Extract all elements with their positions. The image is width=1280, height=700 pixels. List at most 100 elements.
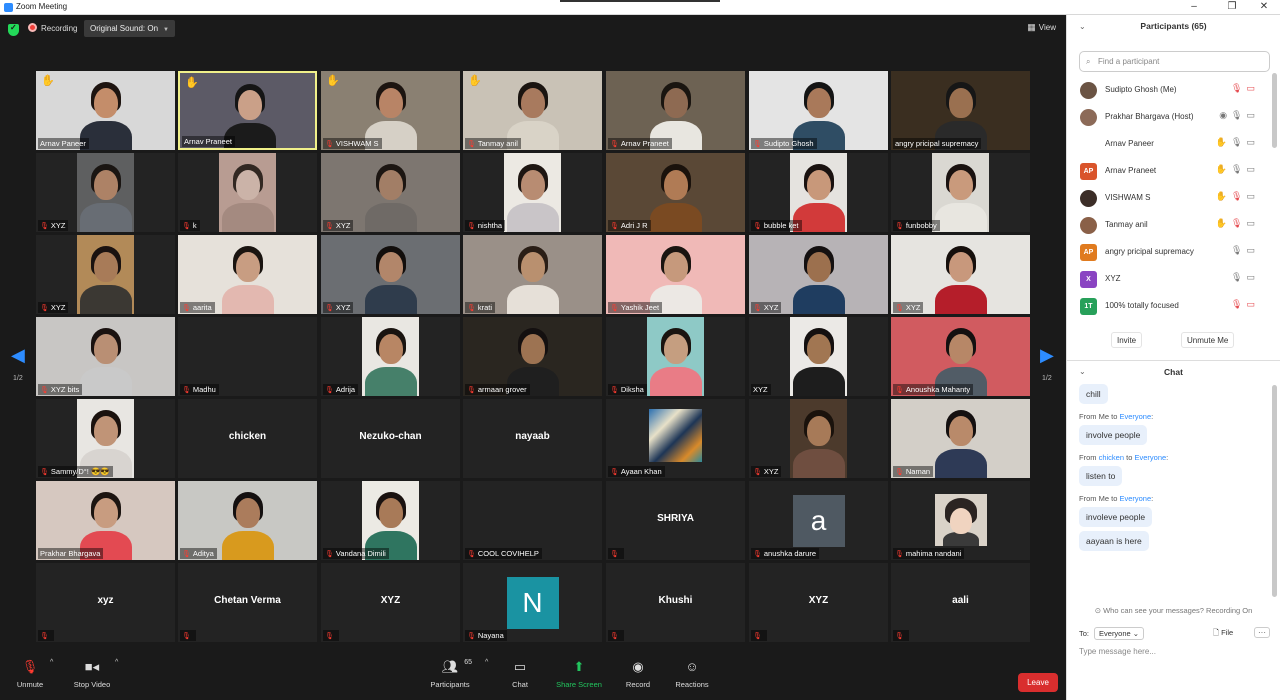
video-icon[interactable]: ▭ <box>1246 245 1259 255</box>
participant-row[interactable]: VISHWAM S ✋🎙︎▭ <box>1067 185 1280 212</box>
muted-mic-icon[interactable]: 🎙︎ <box>1231 218 1246 228</box>
participant-row[interactable]: Tanmay anil ✋🎙︎▭ <box>1067 212 1280 239</box>
participant-tile[interactable]: chicken <box>178 399 317 478</box>
stop-video-button[interactable]: ■◂ Stop Video <box>62 657 122 689</box>
participant-tile[interactable]: a 🎙︎ anushka darure <box>749 481 888 560</box>
participant-tile[interactable]: XYZ 🎙︎ <box>749 563 888 642</box>
muted-mic-icon[interactable]: 🎙︎ <box>1231 83 1246 93</box>
more-options-button[interactable]: ··· <box>1254 627 1270 638</box>
participant-tile[interactable]: ✋ Arnav Praneet <box>178 71 317 150</box>
participant-tile[interactable]: 🎙︎ XYZ <box>321 235 460 314</box>
participant-tile[interactable]: aali 🎙︎ <box>891 563 1030 642</box>
unmute-me-button[interactable]: Unmute Me <box>1181 332 1235 348</box>
participant-tile[interactable]: 🎙︎ mahima nandani <box>891 481 1030 560</box>
audio-options-caret-icon[interactable]: ^ <box>50 659 53 666</box>
participant-tile[interactable]: 🎙︎ XYZ <box>749 235 888 314</box>
participant-tile[interactable]: 🎙︎ XYZ <box>891 235 1030 314</box>
chat-collapse-chevron-icon[interactable]: ⌄ <box>1079 367 1086 376</box>
video-options-caret-icon[interactable]: ^ <box>115 659 118 666</box>
participants-scrollbar[interactable] <box>1272 73 1277 148</box>
record-button[interactable]: ◉ Record <box>608 657 668 689</box>
participant-tile[interactable]: 🎙︎ k <box>178 153 317 232</box>
participant-tile[interactable]: 🎙︎ XYZ <box>36 153 175 232</box>
original-sound-button[interactable]: Original Sound: On ▼ <box>84 20 175 37</box>
participant-tile[interactable]: 🎙︎ XYZ <box>36 235 175 314</box>
muted-mic-icon[interactable]: 🎙︎ <box>1231 299 1246 309</box>
participant-tile[interactable]: Prakhar Bhargava <box>36 481 175 560</box>
participant-tile[interactable]: 🎙︎ Arnav Praneet <box>606 71 745 150</box>
restore-icon[interactable]: ❐ <box>1218 1 1246 13</box>
leave-button[interactable]: Leave <box>1018 673 1058 692</box>
participant-tile[interactable]: 🎙︎ COOL COVIHELP <box>463 481 602 560</box>
chat-message-input[interactable]: Type message here... <box>1079 647 1156 656</box>
view-button[interactable]: ▦ View <box>1027 22 1056 33</box>
participant-tile[interactable]: 🎙︎ Diksha <box>606 317 745 396</box>
participant-tile[interactable]: 🎙︎ XYZ bits <box>36 317 175 396</box>
mic-icon[interactable]: 🎙︎ <box>1231 137 1246 147</box>
recipient-select[interactable]: Everyone ⌄ <box>1094 627 1145 640</box>
participant-tile[interactable]: nayaab <box>463 399 602 478</box>
participant-tile[interactable]: 🎙︎ Sammy/D°! 😎😎 <box>36 399 175 478</box>
video-icon[interactable]: ▭ <box>1246 272 1259 282</box>
participant-tile[interactable]: 🎙︎ aarita <box>178 235 317 314</box>
participant-tile[interactable]: 🎙︎ Anoushka Mahanty <box>891 317 1030 396</box>
video-icon[interactable]: ▭ <box>1246 164 1259 174</box>
participant-row[interactable]: X XYZ 🎙︎▭ <box>1067 266 1280 293</box>
video-icon[interactable]: ▭ <box>1246 137 1259 147</box>
share-screen-button[interactable]: ⬆ Share Screen <box>549 657 609 689</box>
participant-row[interactable]: 1T 100% totally focused 🎙︎▭ <box>1067 293 1280 320</box>
recording-icon[interactable]: ◉ <box>1219 110 1231 120</box>
prev-page-arrow-icon[interactable]: ◀ <box>11 345 25 366</box>
raised-hand-icon[interactable]: ✋ <box>1216 191 1231 201</box>
next-page-arrow-icon[interactable]: ▶ <box>1040 345 1054 366</box>
mic-icon[interactable]: 🎙︎ <box>1231 272 1246 282</box>
participant-tile[interactable]: 🎙︎ Vandana Dimili <box>321 481 460 560</box>
participant-tile[interactable]: 🎙︎ Adrija <box>321 317 460 396</box>
participant-tile[interactable]: Nezuko-chan <box>321 399 460 478</box>
participants-options-caret-icon[interactable]: ^ <box>485 659 488 666</box>
participant-row[interactable]: AP angry pricipal supremacy 🎙︎▭ <box>1067 239 1280 266</box>
minimize-icon[interactable]: – <box>1180 1 1208 13</box>
participant-tile[interactable]: 🎙︎ Adri J R <box>606 153 745 232</box>
participant-tile[interactable]: SHRIYA 🎙︎ <box>606 481 745 560</box>
participant-tile[interactable]: 🎙︎ Madhu <box>178 317 317 396</box>
who-can-see-link[interactable]: ⊙ Who can see your messages? Recording O… <box>1067 606 1280 615</box>
recording-indicator[interactable]: Recording <box>28 21 77 37</box>
video-off-icon[interactable]: ▭ <box>1246 83 1259 93</box>
participant-tile[interactable]: xyz 🎙︎ <box>36 563 175 642</box>
participant-row[interactable]: AP Arnav Praneet ✋🎙︎▭ <box>1067 158 1280 185</box>
participant-search-input[interactable]: ⌕ Find a participant <box>1079 51 1270 72</box>
participant-row[interactable]: Prakhar Bhargava (Host) ◉🎙︎▭ <box>1067 104 1280 131</box>
chat-scrollbar[interactable] <box>1272 385 1277 597</box>
participant-tile[interactable]: 🎙︎ Sudipto Ghosh <box>749 71 888 150</box>
drag-handle[interactable] <box>560 0 720 2</box>
participant-row[interactable]: Sudipto Ghosh (Me) 🎙︎▭ <box>1067 77 1280 104</box>
participant-tile[interactable]: 🎙︎ krati <box>463 235 602 314</box>
participant-row[interactable]: Arnav Paneer ✋🎙︎▭ <box>1067 131 1280 158</box>
participant-tile[interactable]: Khushi 🎙︎ <box>606 563 745 642</box>
close-icon[interactable]: ✕ <box>1250 1 1278 13</box>
file-button[interactable]: 🗋 File <box>1213 627 1233 640</box>
raised-hand-icon[interactable]: ✋ <box>1216 164 1231 174</box>
participant-tile[interactable]: ✋ 🎙︎ Tanmay anil <box>463 71 602 150</box>
participant-tile[interactable]: 🎙︎ nishtha <box>463 153 602 232</box>
participant-tile[interactable]: 🎙︎ bubble ket <box>749 153 888 232</box>
mic-icon[interactable]: 🎙︎ <box>1231 245 1246 255</box>
participant-tile[interactable]: angry pricipal supremacy <box>891 71 1030 150</box>
invite-button[interactable]: Invite <box>1111 332 1143 348</box>
muted-mic-icon[interactable]: 🎙︎ <box>1231 191 1246 201</box>
video-off-icon[interactable]: ▭ <box>1246 299 1259 309</box>
video-icon[interactable]: ▭ <box>1246 110 1259 120</box>
participant-tile[interactable]: 🎙︎ armaan grover <box>463 317 602 396</box>
participant-tile[interactable]: 🎙︎ XYZ <box>749 399 888 478</box>
participant-tile[interactable]: 🎙︎ Naman <box>891 399 1030 478</box>
video-icon[interactable]: ▭ <box>1246 191 1259 201</box>
participant-tile[interactable]: 🎙︎ Ayaan Khan <box>606 399 745 478</box>
participant-tile[interactable]: XYZ 🎙︎ <box>321 563 460 642</box>
participant-tile[interactable]: 🎙︎ Yashik Jeet <box>606 235 745 314</box>
participant-tile[interactable]: 🎙︎ Aditya <box>178 481 317 560</box>
participant-tile[interactable]: ✋ 🎙︎ VISHWAM S <box>321 71 460 150</box>
participant-tile[interactable]: ✋ Arnav Paneer <box>36 71 175 150</box>
participant-tile[interactable]: 🎙︎ funbobby <box>891 153 1030 232</box>
reactions-button[interactable]: ☺ Reactions <box>662 657 722 689</box>
